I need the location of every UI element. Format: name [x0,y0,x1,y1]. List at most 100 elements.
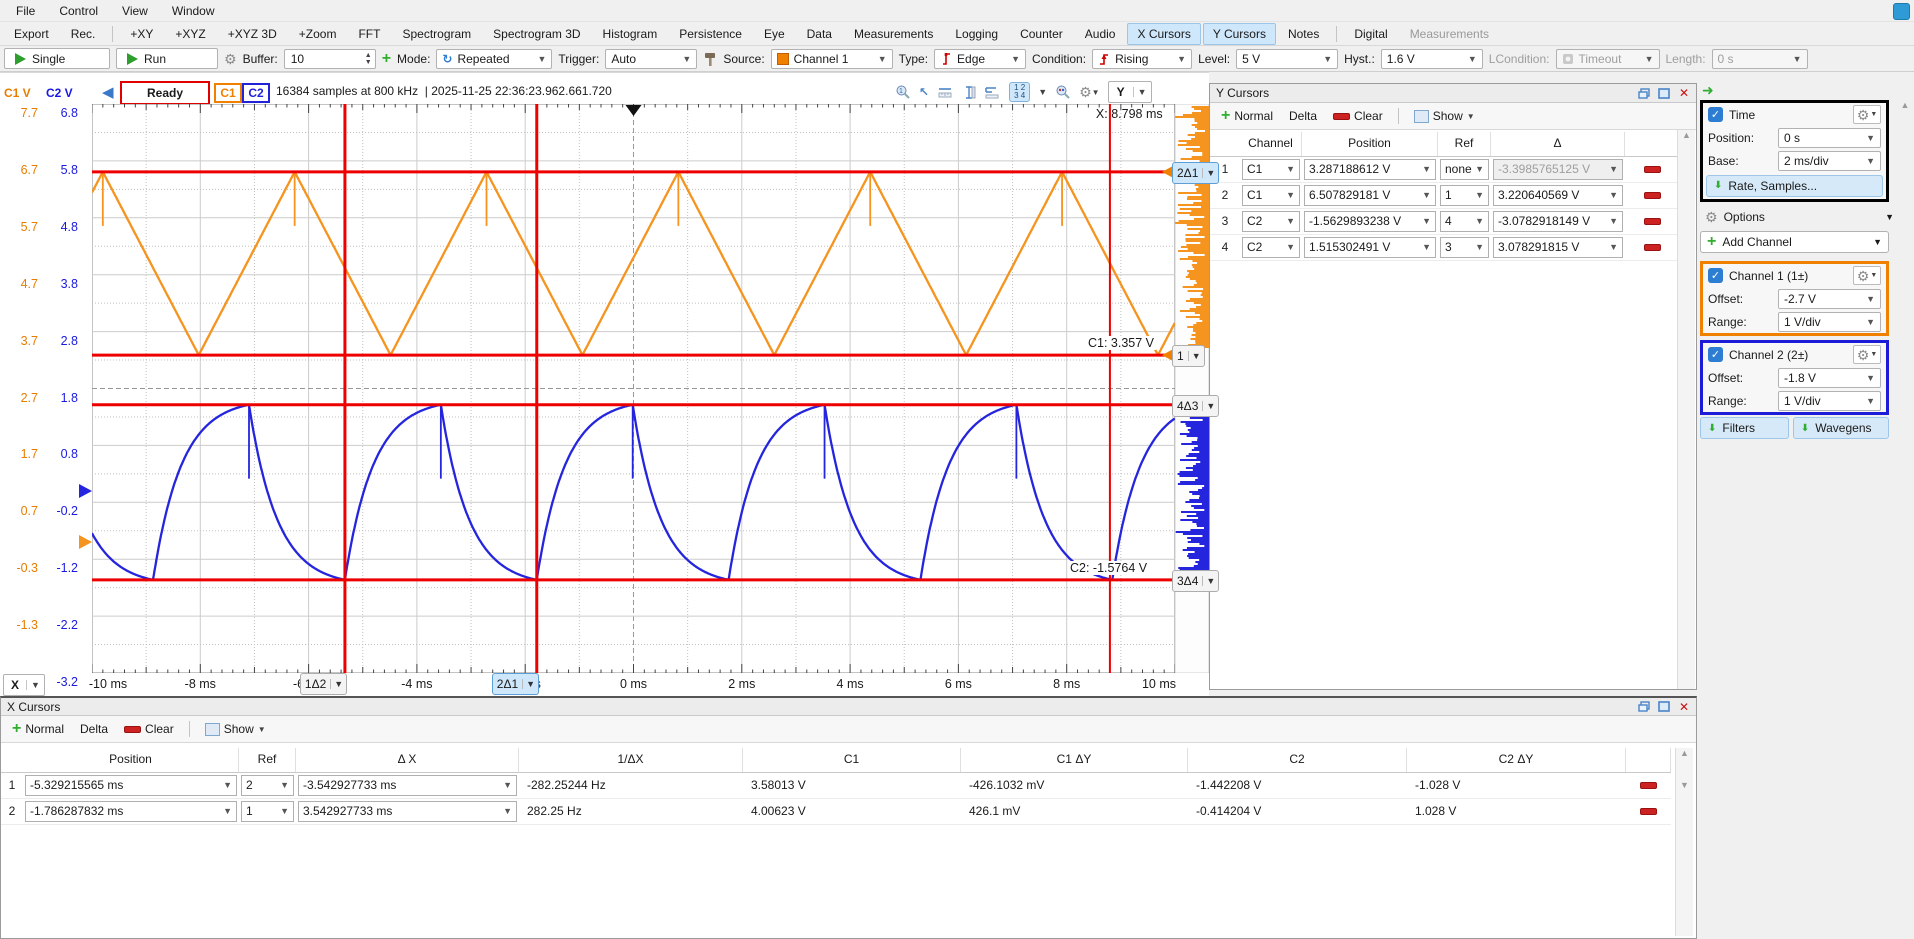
x-table-scrollbar[interactable]: ▲ ▼ [1675,748,1693,936]
ref-combo[interactable]: 1▼ [1440,185,1489,206]
clear-cursors-button[interactable]: Clear [1327,107,1389,125]
time-position-combo[interactable]: 0 s▼ [1778,128,1881,148]
delta-combo[interactable]: 3.078291815 V▼ [1493,237,1623,258]
buffer-gear-icon[interactable]: ⚙ [224,52,237,66]
channel-combo[interactable]: C1▼ [1242,159,1300,180]
plot-settings-gear-icon[interactable]: ⚙▼ [1079,82,1099,102]
vertical-ruler-icon[interactable] [962,82,976,102]
y-axis-combo[interactable]: Y▼ [1108,81,1152,103]
close-icon[interactable]: ✕ [1676,700,1692,713]
quad-view-button[interactable]: 1 23 4 [1009,82,1030,102]
condition-combo[interactable]: Rising ▼ [1092,49,1192,69]
remove-cursor-button[interactable] [1644,218,1661,225]
y-cursor-tag[interactable]: 4Δ3▼ [1172,395,1219,417]
position-combo[interactable]: -1.5629893238 V▼ [1304,211,1436,232]
position-combo[interactable]: -5.329215565 ms▼ [25,775,237,796]
view-button-data[interactable]: Data [797,23,842,45]
menu-window[interactable]: Window [162,2,225,20]
ref-combo[interactable]: none▼ [1440,159,1489,180]
time-checkbox[interactable]: ✓ [1708,107,1723,122]
trigger-hammer-icon[interactable] [703,51,717,67]
remove-cursor-button[interactable] [1644,244,1661,251]
level-combo[interactable]: 5 V ▼ [1236,49,1338,69]
collapse-left-icon[interactable]: ◀ [102,83,114,101]
remove-cursor-button[interactable] [1640,782,1657,789]
add-delta-cursor-button[interactable]: Delta [1283,107,1323,125]
channel1-checkbox[interactable]: ✓ [1708,268,1723,283]
channel1-offset-combo[interactable]: -2.7 V▼ [1778,289,1881,309]
y-cursor-tag[interactable]: 3Δ4▼ [1172,570,1219,592]
expand-right-icon[interactable]: ➜ [1702,82,1714,99]
remove-cursor-button[interactable] [1644,192,1661,199]
ref-combo[interactable]: 1▼ [241,801,294,822]
channel1-range-combo[interactable]: 1 V/div▼ [1778,312,1881,332]
channel-combo[interactable]: C2▼ [1242,211,1300,232]
remove-cursor-button[interactable] [1640,808,1657,815]
view-button-spectrogram-3d[interactable]: Spectrogram 3D [483,23,590,45]
view-button--xy[interactable]: +XY [120,23,163,45]
single-button[interactable]: Single [4,48,110,69]
view-button--zoom[interactable]: +Zoom [289,23,347,45]
y-table-scrollbar[interactable]: ▲ [1677,130,1695,689]
run-button[interactable]: Run [116,48,218,69]
view-button-y-cursors[interactable]: Y Cursors [1203,23,1276,45]
ref-combo[interactable]: 2▼ [241,775,294,796]
menu-view[interactable]: View [112,2,158,20]
x-cursor-tag[interactable]: 2Δ1▼ [492,673,539,695]
maximize-window-icon[interactable] [1656,87,1672,100]
channel2-offset-combo[interactable]: -1.8 V▼ [1778,368,1881,388]
remove-cursor-button[interactable] [1644,166,1661,173]
time-gear-button[interactable]: ⚙▼ [1853,105,1881,124]
trigger-combo[interactable]: Auto ▼ [605,49,697,69]
channel2-gear-button[interactable]: ⚙▼ [1853,345,1881,364]
view-button-notes[interactable]: Notes [1278,23,1329,45]
position-combo[interactable]: 6.507829181 V▼ [1304,185,1436,206]
menu-control[interactable]: Control [49,2,108,20]
view-button-fft[interactable]: FFT [348,23,390,45]
plot-canvas[interactable] [92,104,1175,673]
type-combo[interactable]: Edge ▼ [934,49,1026,69]
delta-x-combo[interactable]: 3.542927733 ms▼ [298,801,517,822]
menu-file[interactable]: File [6,2,45,20]
zoom-in-icon[interactable]: 1 [895,82,911,102]
view-button-rec-[interactable]: Rec. [61,23,106,45]
show-menu-button[interactable]: Show▼ [1408,107,1481,125]
scroll-up-icon[interactable]: ▲ [1898,100,1912,110]
channel-combo[interactable]: C1▼ [1242,185,1300,206]
maximize-window-icon[interactable] [1656,700,1672,713]
x-axis-combo[interactable]: X▼ [3,674,45,696]
rate-samples-button[interactable]: ⬇ Rate, Samples... [1706,175,1883,197]
channel1-offset-marker-icon[interactable] [79,535,92,549]
time-base-combo[interactable]: 2 ms/div▼ [1778,151,1881,171]
close-icon[interactable]: ✕ [1676,87,1692,100]
channel1-gear-button[interactable]: ⚙▼ [1853,266,1881,285]
view-button-persistence[interactable]: Persistence [669,23,752,45]
buffer-spinbox[interactable]: 10 ▲▼ [284,49,376,69]
delta-combo[interactable]: 3.220640569 V▼ [1493,185,1623,206]
channel2-checkbox[interactable]: ✓ [1708,347,1723,362]
view-button-histogram[interactable]: Histogram [593,23,668,45]
add-delta-cursor-button[interactable]: Delta [74,720,114,738]
scroll-up-icon[interactable]: ▲ [1678,130,1695,140]
channel2-range-combo[interactable]: 1 V/div▼ [1778,391,1881,411]
view-button-counter[interactable]: Counter [1010,23,1073,45]
float-window-icon[interactable] [1636,700,1652,713]
wavegens-button[interactable]: ⬇Wavegens [1793,417,1889,439]
filters-button[interactable]: ⬇Filters [1700,417,1789,439]
scroll-down-icon[interactable]: ▼ [1676,780,1693,790]
ref-combo[interactable]: 4▼ [1440,211,1489,232]
view-button-audio[interactable]: Audio [1075,23,1126,45]
view-button-export[interactable]: Export [4,23,59,45]
sidebar-scrollbar[interactable]: ▲ [1898,100,1912,930]
float-window-icon[interactable] [1636,87,1652,100]
view-button-digital[interactable]: Digital [1344,23,1397,45]
clear-cursors-button[interactable]: Clear [118,720,180,738]
channel-combo[interactable]: C2▼ [1242,237,1300,258]
scroll-up-icon[interactable]: ▲ [1676,748,1693,758]
y-cursor-tag[interactable]: 1▼ [1172,345,1205,367]
add-icon[interactable]: + [382,52,391,66]
pointer-icon[interactable]: ↖ [919,82,929,102]
view-button--xyz-3d[interactable]: +XYZ 3D [218,23,287,45]
chevron-down-icon[interactable]: ▼ [1038,87,1047,97]
delta-combo[interactable]: -3.0782918149 V▼ [1493,211,1623,232]
